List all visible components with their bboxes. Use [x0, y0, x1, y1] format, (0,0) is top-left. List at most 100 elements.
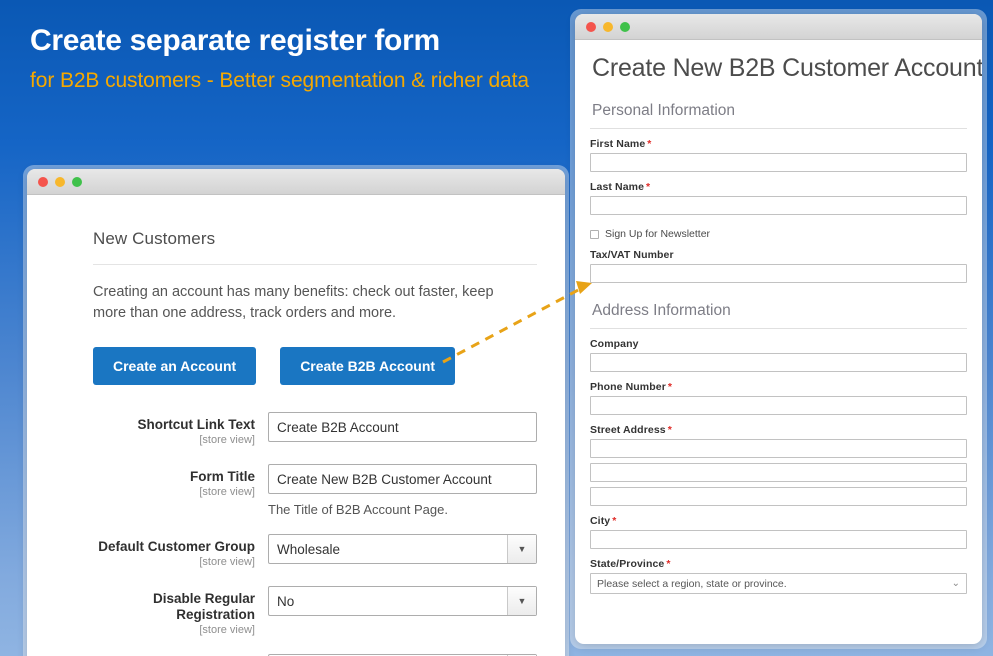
create-an-account-button[interactable]: Create an Account	[93, 347, 257, 385]
field-newsletter-signup[interactable]: Sign Up for Newsletter	[590, 228, 967, 240]
config-label: Disable Regular Registration [store view…	[93, 586, 268, 637]
section-address-information: Address Information Company Phone Number…	[590, 302, 967, 594]
field-label: Street Address *	[590, 424, 967, 436]
last-name-input[interactable]	[590, 196, 967, 215]
field-first-name: First Name *	[590, 138, 967, 172]
required-marker: *	[667, 381, 673, 393]
config-scope-text: [store view]	[199, 486, 255, 498]
field-label-text: Street Address	[590, 424, 666, 436]
section-legend: Personal Information	[592, 102, 736, 119]
page-title: Create separate register form	[30, 24, 440, 57]
config-label-text: Disable Regular Registration	[152, 591, 255, 622]
field-label: State/Province *	[590, 558, 967, 570]
config-row-disable-regular-registration: Disable Regular Registration [store view…	[93, 586, 537, 637]
admin-config-rows: Shortcut Link Text [store view] Form Tit…	[93, 412, 537, 656]
chevron-down-icon: ▼	[507, 587, 536, 615]
field-label-text: State/Province	[590, 558, 665, 570]
field-label-text: Phone Number	[590, 381, 666, 393]
newsletter-label: Sign Up for Newsletter	[605, 228, 711, 240]
select-value: No	[277, 593, 295, 609]
new-customers-heading: New Customers	[93, 229, 216, 248]
config-label-text: Form Title	[189, 469, 255, 484]
street-address-line-2-input[interactable]	[590, 463, 967, 482]
first-name-input[interactable]	[590, 153, 967, 172]
state-province-select[interactable]: Please select a region, state or provinc…	[590, 573, 967, 594]
heading-divider	[93, 264, 537, 265]
config-control: No ▼	[268, 586, 537, 616]
left-browser-window: New Customers Creating an account has ma…	[27, 169, 565, 656]
field-label: Phone Number *	[590, 381, 967, 393]
page-subtitle: for B2B customers - Better segmentation …	[30, 69, 529, 92]
close-icon[interactable]	[586, 21, 596, 32]
field-label-text: City	[590, 515, 611, 527]
headline-block: Create separate register form for B2B cu…	[30, 22, 550, 96]
disable-regular-registration-select[interactable]: No ▼	[268, 586, 537, 616]
select-value: Please select a region, state or provinc…	[597, 577, 787, 590]
close-icon[interactable]	[38, 176, 48, 187]
account-benefits-text: Creating an account has many benefits: c…	[93, 284, 494, 321]
config-control	[268, 412, 537, 442]
field-label: Last Name *	[590, 181, 967, 193]
form-title-input[interactable]	[268, 464, 537, 494]
field-label-text: Tax/VAT Number	[590, 249, 674, 261]
slide-canvas: Create separate register form for B2B cu…	[0, 0, 993, 656]
config-label: Default Customer Group [store view]	[93, 534, 268, 569]
config-row-default-customer-group: Default Customer Group [store view] Whol…	[93, 534, 537, 569]
field-label: Company	[590, 338, 967, 350]
field-city: City *	[590, 515, 967, 549]
city-input[interactable]	[590, 530, 967, 549]
company-input[interactable]	[590, 353, 967, 372]
field-label: City *	[590, 515, 967, 527]
field-phone-number: Phone Number *	[590, 381, 967, 415]
field-company: Company	[590, 338, 967, 372]
required-marker: *	[647, 138, 652, 150]
config-scope-text: [store view]	[199, 556, 255, 568]
shortcut-link-text-input[interactable]	[268, 412, 537, 442]
config-row-form-title: Form Title [store view] The Title of B2B…	[93, 464, 537, 517]
config-row-shortcut-link-text: Shortcut Link Text [store view]	[93, 412, 537, 447]
newsletter-checkbox[interactable]	[590, 229, 599, 239]
config-scope-text: [store view]	[199, 434, 255, 446]
config-label-text: Default Customer Group	[98, 539, 255, 554]
field-tax-vat-number: Tax/VAT Number	[590, 249, 967, 283]
left-window-titlebar	[27, 169, 565, 195]
create-b2b-account-button[interactable]: Create B2B Account	[280, 347, 456, 385]
street-address-line-1-input[interactable]	[590, 439, 967, 458]
phone-number-input[interactable]	[590, 396, 967, 415]
account-buttons-row: Create an Account Create B2B Account	[93, 347, 537, 385]
field-label-text: Last Name	[590, 181, 645, 193]
config-label-text: Shortcut Link Text	[137, 417, 255, 432]
default-customer-group-select[interactable]: Wholesale ▼	[268, 534, 537, 564]
maximize-icon[interactable]	[72, 176, 82, 187]
left-window-content: New Customers Creating an account has ma…	[27, 195, 565, 656]
form-title-hint: The Title of B2B Account Page.	[268, 502, 448, 517]
section-divider	[590, 128, 967, 129]
field-label-text: Company	[590, 338, 639, 350]
b2b-form-title: Create New B2B Customer Account	[592, 54, 982, 82]
right-window-content: Create New B2B Customer Account Personal…	[575, 40, 982, 644]
tax-vat-number-input[interactable]	[590, 264, 967, 283]
right-window-titlebar	[575, 14, 982, 40]
config-label: Form Title [store view]	[93, 464, 268, 499]
required-marker: *	[612, 515, 617, 527]
field-label: Tax/VAT Number	[590, 249, 967, 261]
right-browser-window: Create New B2B Customer Account Personal…	[575, 14, 982, 644]
section-divider	[590, 328, 967, 329]
street-address-line-3-input[interactable]	[590, 487, 967, 506]
field-street-address: Street Address *	[590, 424, 967, 506]
config-label: Shortcut Link Text [store view]	[93, 412, 268, 447]
minimize-icon[interactable]	[55, 176, 65, 187]
required-marker: *	[666, 558, 671, 570]
config-scope-text: [store view]	[199, 624, 255, 636]
chevron-down-icon: ▼	[507, 535, 536, 563]
section-legend: Address Information	[592, 302, 731, 319]
field-state-province: State/Province * Please select a region, …	[590, 558, 967, 594]
maximize-icon[interactable]	[620, 21, 630, 32]
field-last-name: Last Name *	[590, 181, 967, 215]
config-control: The Title of B2B Account Page.	[268, 464, 537, 517]
select-value: Wholesale	[277, 541, 341, 557]
required-marker: *	[646, 181, 651, 193]
chevron-down-icon: ⌄	[951, 578, 960, 589]
required-marker: *	[667, 424, 672, 436]
minimize-icon[interactable]	[603, 21, 613, 32]
